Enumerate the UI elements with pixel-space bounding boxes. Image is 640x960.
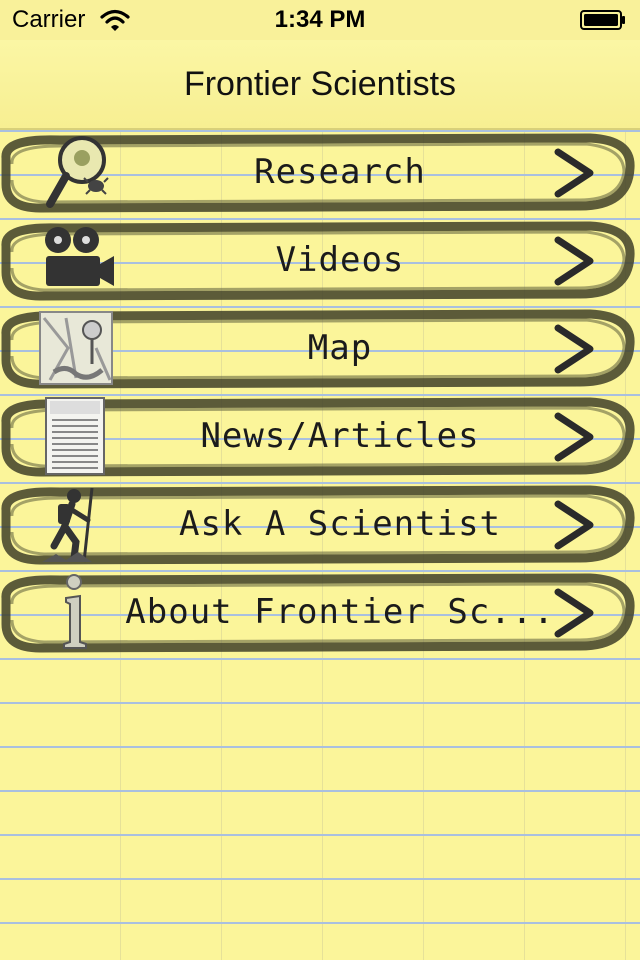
menu-item-map[interactable]: Map [0,304,640,392]
menu-item-label: Research [254,152,426,192]
info-icon [63,574,87,649]
menu-item-label: Ask A Scientist [178,504,502,544]
menu-item-label: About Frontier Sc... [125,592,555,632]
magnifier-bug-icon [46,136,109,208]
menu-item-label: Map [307,328,373,368]
navigation-bar: Frontier Scientists [0,40,640,130]
menu-item-label: Videos [275,240,405,280]
battery-icon [580,10,625,30]
articles-newspaper-icon [45,397,105,475]
chevron-right-icon [554,236,594,286]
menu-item-label: News/Articles [200,416,480,456]
film-camera-icon [45,227,114,286]
hiker-icon [42,487,94,563]
chevron-right-icon [554,324,594,374]
chevron-right-icon [554,500,594,550]
menu-item-videos[interactable]: Videos [0,216,640,304]
page-title: Frontier Scientists [183,65,457,103]
chevron-right-icon [554,412,594,462]
map-pin-icon [39,311,113,385]
chevron-right-icon [554,588,594,638]
status-time: 1:34 PM [274,6,366,33]
menu-item-news-articles[interactable]: News/Articles [0,392,640,480]
menu-item-about[interactable]: About Frontier Sc... [0,568,640,656]
menu-item-ask-a-scientist[interactable]: Ask A Scientist [0,480,640,568]
chevron-right-icon [554,148,594,198]
menu-item-research[interactable]: Research [0,128,640,216]
status-bar: Carrier 1:34 PM [0,0,640,40]
